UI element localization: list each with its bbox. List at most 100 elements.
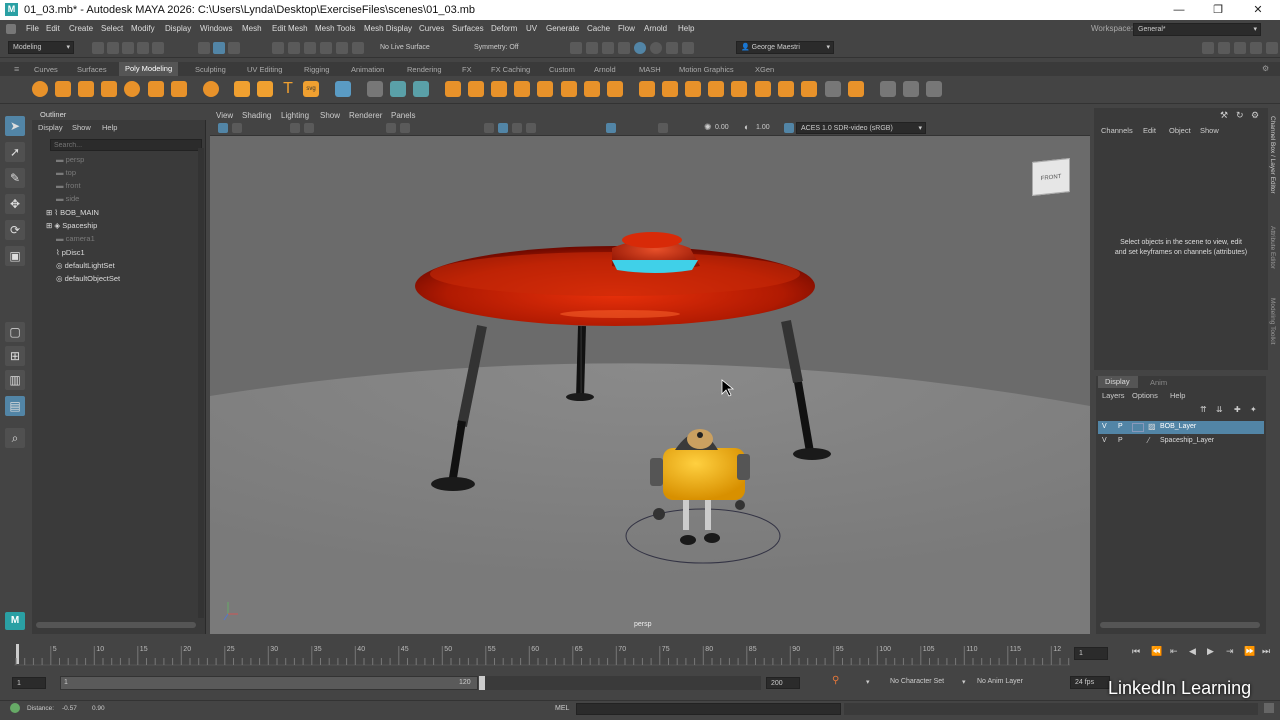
shelf-tab-fx-caching[interactable]: FX Caching <box>491 65 530 74</box>
outliner-toggle-icon[interactable] <box>1266 42 1278 54</box>
animlayer-chevron-icon[interactable]: ▾ <box>962 678 966 686</box>
shelf-tab-custom[interactable]: Custom <box>549 65 575 74</box>
quad-draw-icon[interactable] <box>880 81 896 97</box>
outliner-item[interactable]: ▬ camera1 <box>56 232 95 245</box>
channel-box-refresh-icon[interactable]: ↻ <box>1236 110 1246 120</box>
tab-modeling-toolkit[interactable]: Modeling Toolkit <box>1269 298 1276 345</box>
minimize-button[interactable]: — <box>1170 2 1188 18</box>
maya-home-icon[interactable]: M <box>5 612 25 630</box>
combine-icon[interactable] <box>390 81 406 97</box>
outliner-item[interactable]: ▬ persp <box>56 153 84 166</box>
snap-point-icon[interactable] <box>304 42 316 54</box>
center-pivot-icon[interactable] <box>825 81 841 97</box>
menu-help[interactable]: Help <box>678 24 694 33</box>
close-button[interactable]: ✕ <box>1249 2 1267 18</box>
select-by-hierarchy-icon[interactable] <box>198 42 210 54</box>
undo-icon[interactable] <box>137 42 149 54</box>
layer-menu-help[interactable]: Help <box>1170 391 1185 400</box>
isolate-select-icon[interactable] <box>606 123 616 133</box>
layer-visibility-toggle[interactable]: V <box>1102 437 1107 444</box>
edge-flow-icon[interactable] <box>903 81 919 97</box>
poly-plane-icon[interactable] <box>148 81 164 97</box>
menu-arnold[interactable]: Arnold <box>644 24 667 33</box>
layer-playback-toggle[interactable]: P <box>1118 423 1123 430</box>
new-layer-selected-icon[interactable]: ✦ <box>1250 405 1257 414</box>
bevel-icon[interactable] <box>607 81 623 97</box>
live-surface-label[interactable]: No Live Surface <box>380 44 430 51</box>
exposure-value[interactable]: 0.00 <box>715 124 729 131</box>
layer-menu-options[interactable]: Options <box>1132 391 1158 400</box>
poly-sphere-icon[interactable] <box>32 81 48 97</box>
time-ruler[interactable]: 5 10 15 20 25 30 35 40 45 50 55 60 65 70 75 80 85 90 95 100… <box>14 640 1070 666</box>
multi-cut-icon[interactable] <box>685 81 701 97</box>
shelf-options-icon[interactable]: ≡ <box>14 64 22 74</box>
menu-mesh-display[interactable]: Mesh Display <box>364 24 412 33</box>
menu-generate[interactable]: Generate <box>546 24 579 33</box>
channel-menu-channels[interactable]: Channels <box>1101 126 1133 135</box>
select-tool-icon[interactable]: ➤ <box>5 116 25 136</box>
shelf-tab-curves[interactable]: Curves <box>34 65 58 74</box>
menu-edit-mesh[interactable]: Edit Mesh <box>272 24 308 33</box>
snap-grid-icon[interactable] <box>272 42 284 54</box>
render-region-icon[interactable] <box>570 42 582 54</box>
menu-surfaces[interactable]: Surfaces <box>452 24 484 33</box>
move-layer-up-icon[interactable]: ⇈ <box>1200 405 1207 414</box>
snap-together-icon[interactable] <box>367 81 383 97</box>
attribute-editor-toggle-icon[interactable] <box>1218 42 1230 54</box>
step-back-key-icon[interactable]: ⏪ <box>1151 646 1162 657</box>
separate-icon[interactable] <box>413 81 429 97</box>
modeling-toolkit-toggle-icon[interactable] <box>1202 42 1214 54</box>
outliner-menu-help[interactable]: Help <box>102 123 117 132</box>
shelf-tab-poly-modeling[interactable]: Poly Modeling <box>119 62 179 76</box>
layer-visibility-toggle[interactable]: V <box>1102 423 1107 430</box>
scale-tool-icon[interactable]: ▣ <box>5 246 25 266</box>
shelf-tab-rendering[interactable]: Rendering <box>407 65 442 74</box>
viewport-menu-show[interactable]: Show <box>320 111 340 120</box>
outliner-item[interactable]: ▬ front <box>56 179 81 192</box>
shelf-tab-uv-editing[interactable]: UV Editing <box>247 65 282 74</box>
menu-edit[interactable]: Edit <box>46 24 60 33</box>
bridge-icon[interactable] <box>584 81 600 97</box>
viewport-menu-lighting[interactable]: Lighting <box>281 111 309 120</box>
workspace-dropdown[interactable]: General* ▾ <box>1133 23 1261 36</box>
time-slider[interactable]: 5 10 15 20 25 30 35 40 45 50 55 60 65 70 75 80 85 90 95 100… <box>0 638 1280 668</box>
select-by-object-icon[interactable] <box>213 42 225 54</box>
retopo-icon[interactable] <box>514 81 530 97</box>
xray-icon[interactable] <box>658 123 668 133</box>
character-set-label[interactable]: No Character Set <box>890 678 944 685</box>
image-plane-icon[interactable] <box>304 123 314 133</box>
command-input[interactable] <box>576 703 841 715</box>
anim-layer-label[interactable]: No Anim Layer <box>977 678 1023 685</box>
four-view-icon[interactable]: ⊞ <box>5 346 25 366</box>
arnold-pause-icon[interactable] <box>682 42 694 54</box>
poly-cylinder-icon[interactable] <box>78 81 94 97</box>
search-icon[interactable]: ⌕ <box>5 428 25 448</box>
append-polygon-icon[interactable] <box>639 81 655 97</box>
viewcube[interactable]: FRONT <box>1032 158 1070 196</box>
step-back-frame-icon[interactable]: ⇤ <box>1170 646 1178 657</box>
script-language-label[interactable]: MEL <box>555 705 569 712</box>
channel-menu-show[interactable]: Show <box>1200 126 1219 135</box>
poly-platonic-icon[interactable] <box>203 81 219 97</box>
shelf-tab-xgen[interactable]: XGen <box>755 65 774 74</box>
menu-curves[interactable]: Curves <box>419 24 444 33</box>
menu-cache[interactable]: Cache <box>587 24 610 33</box>
viewport-menu-panels[interactable]: Panels <box>391 111 415 120</box>
layer-horizontal-scrollbar[interactable] <box>1100 622 1260 628</box>
single-perspective-icon[interactable]: ▢ <box>5 322 25 342</box>
arnold-render-icon[interactable] <box>650 42 662 54</box>
script-editor-icon[interactable] <box>1264 703 1274 713</box>
play-backwards-icon[interactable]: ◀ <box>1189 646 1196 657</box>
render-settings-icon[interactable] <box>618 42 630 54</box>
outliner-vertical-scrollbar[interactable] <box>198 148 204 618</box>
layer-name[interactable]: Spaceship_Layer <box>1160 437 1214 444</box>
outliner-menu-display[interactable]: Display <box>38 123 63 132</box>
outliner-search-input[interactable] <box>50 139 202 151</box>
charset-chevron-icon[interactable]: ▾ <box>866 678 870 686</box>
shelf-tab-motion-graphics[interactable]: Motion Graphics <box>679 65 734 74</box>
layout-icon[interactable]: ▤ <box>5 396 25 416</box>
shelf-tab-animation[interactable]: Animation <box>351 65 384 74</box>
persp-outliner-icon[interactable]: ▥ <box>5 370 25 390</box>
slide-edge-icon[interactable] <box>926 81 942 97</box>
open-scene-icon[interactable] <box>107 42 119 54</box>
